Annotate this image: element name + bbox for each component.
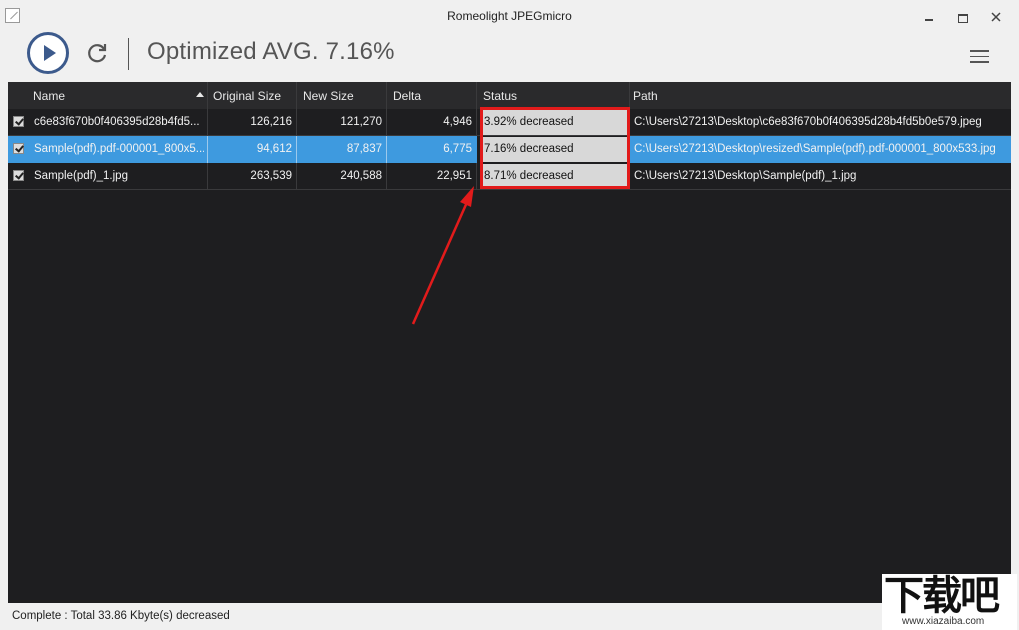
file-list-grid: Name Original Size New Size Delta Status…	[8, 82, 1011, 603]
watermark-url: www.xiazaiba.com	[902, 616, 985, 627]
menu-icon	[970, 50, 990, 63]
toolbar-divider	[128, 38, 129, 70]
title-bar: Romeolight JPEGmicro	[0, 0, 1019, 32]
minimize-button[interactable]	[920, 8, 938, 26]
close-icon	[991, 12, 1001, 22]
play-button[interactable]	[27, 32, 69, 74]
status-bar-text: Complete : Total 33.86 Kbyte(s) decrease…	[12, 610, 230, 622]
refresh-button[interactable]	[84, 40, 110, 66]
play-icon	[44, 45, 56, 61]
annotation-arrow-icon	[411, 186, 474, 325]
watermark-logo: 下载吧 www.xiazaiba.com	[882, 574, 1017, 630]
watermark-chars: 下载吧	[884, 573, 1000, 619]
maximize-button[interactable]	[953, 8, 971, 26]
window-title: Romeolight JPEGmicro	[447, 9, 572, 23]
refresh-icon	[88, 44, 107, 63]
status-bar: Complete : Total 33.86 Kbyte(s) decrease…	[0, 603, 1019, 630]
close-button[interactable]	[987, 8, 1005, 26]
menu-button[interactable]	[970, 50, 990, 64]
toolbar: Optimized AVG. 7.16%	[0, 32, 1019, 82]
optimized-average-label: Optimized AVG. 7.16%	[147, 38, 395, 65]
